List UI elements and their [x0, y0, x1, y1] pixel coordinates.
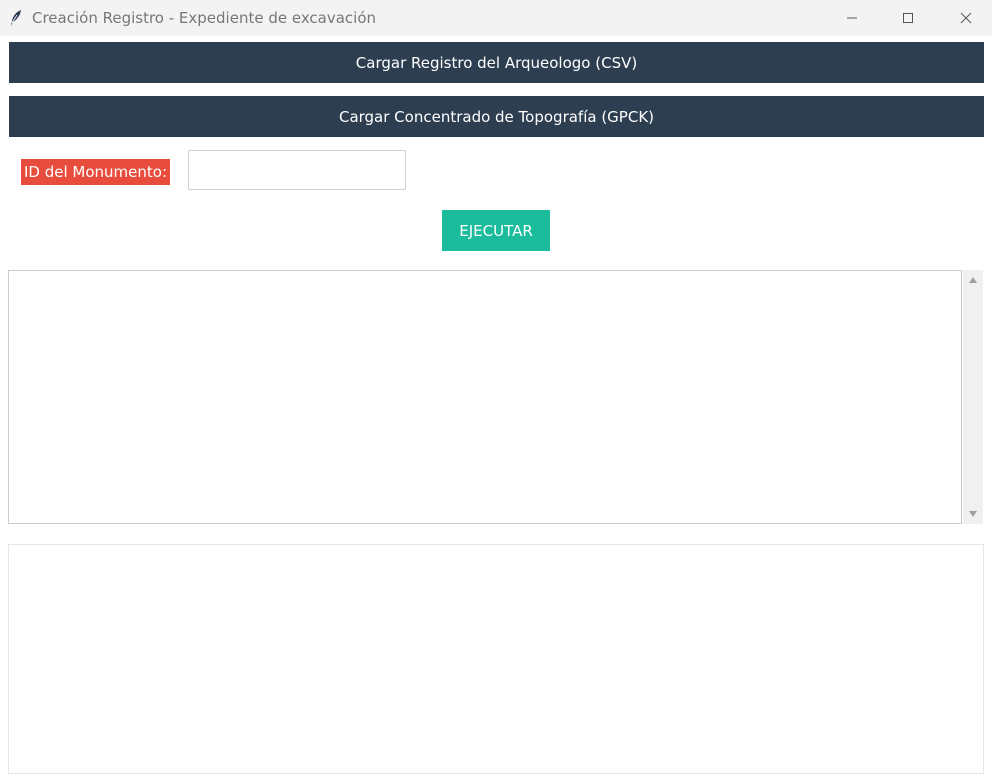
maximize-icon: [902, 9, 914, 28]
close-icon: [960, 9, 972, 28]
window-title: Creación Registro - Expediente de excava…: [32, 9, 377, 27]
app-window: Creación Registro - Expediente de excava…: [0, 0, 992, 783]
title-bar: Creación Registro - Expediente de excava…: [0, 0, 992, 36]
scroll-up-arrow-icon[interactable]: [963, 270, 983, 290]
close-button[interactable]: [937, 0, 992, 36]
maximize-button[interactable]: [879, 0, 937, 36]
log-scrollbar[interactable]: [963, 270, 983, 524]
monument-id-label: ID del Monumento:: [21, 159, 171, 185]
log-text-area[interactable]: [8, 270, 962, 524]
scroll-down-arrow-icon[interactable]: [963, 504, 983, 524]
feather-icon: [9, 9, 23, 27]
minimize-button[interactable]: [823, 0, 881, 36]
run-button[interactable]: EJECUTAR: [442, 210, 550, 251]
minimize-icon: [846, 9, 858, 28]
monument-id-input[interactable]: [188, 150, 406, 190]
load-gpck-button[interactable]: Cargar Concentrado de Topografía (GPCK): [9, 96, 984, 137]
load-csv-button[interactable]: Cargar Registro del Arqueologo (CSV): [9, 42, 984, 83]
output-panel: [8, 544, 984, 774]
